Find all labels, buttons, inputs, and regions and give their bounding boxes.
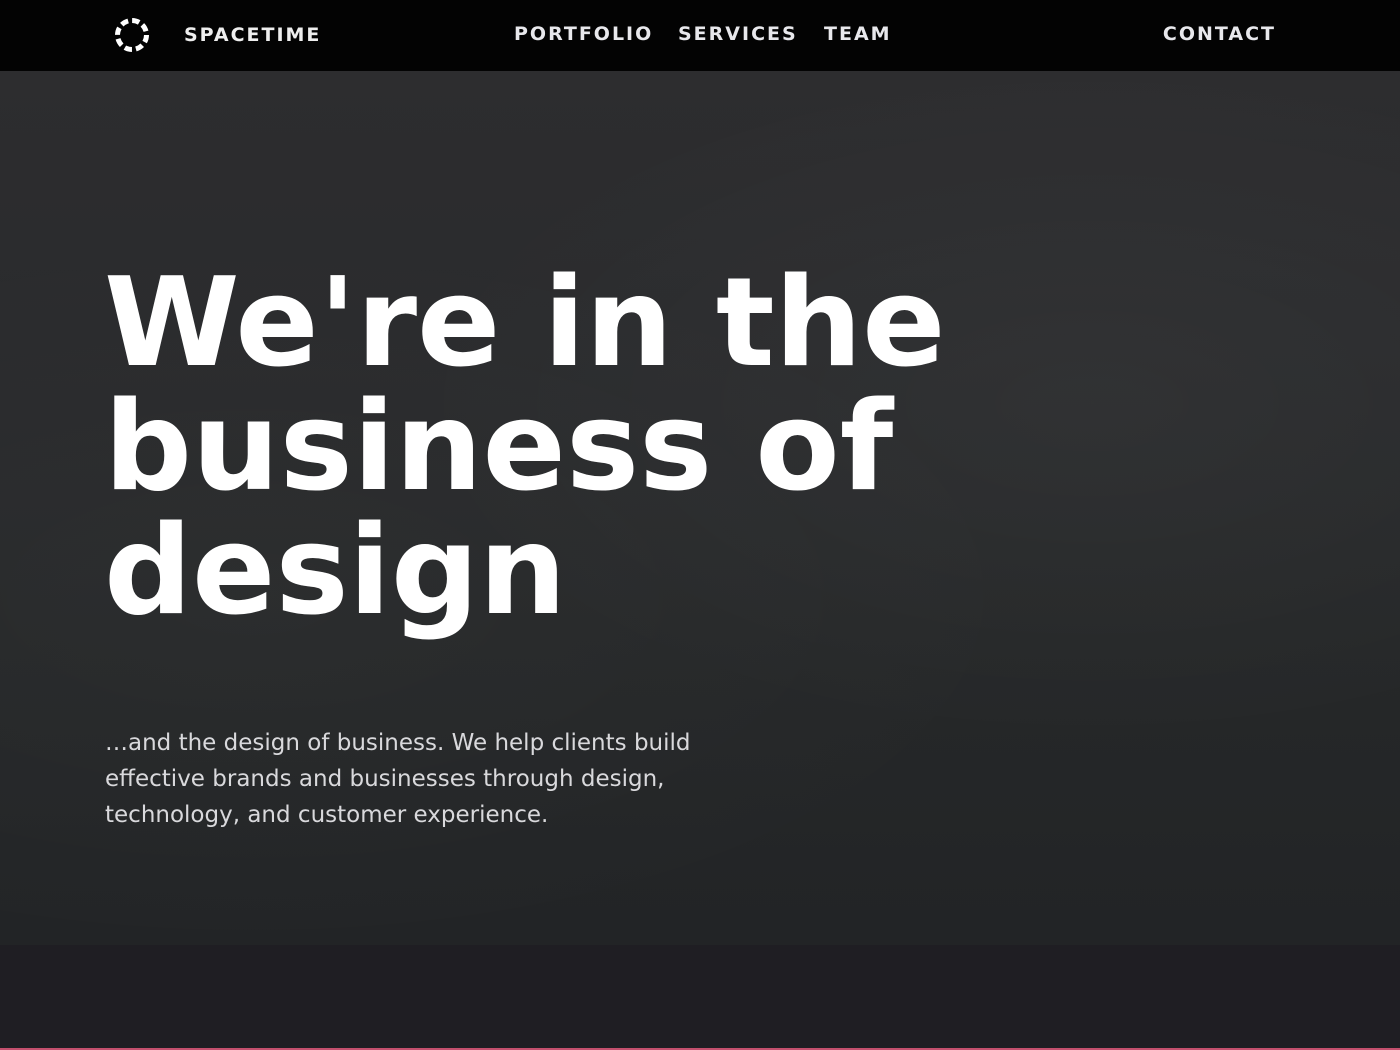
dashed-circle-logo-icon [115, 18, 149, 52]
spacetime-logo-icon[interactable] [114, 17, 150, 53]
nav-item-contact[interactable]: CONTACT [1163, 23, 1276, 45]
nav-item-portfolio[interactable]: PORTFOLIO [514, 23, 653, 45]
hero-section: We're in the business of design …and the… [0, 71, 1400, 945]
nav-item-team[interactable]: TEAM [824, 23, 892, 45]
brand-name-link[interactable]: SPACETIME [184, 24, 321, 46]
hero-heading: We're in the business of design [104, 252, 946, 643]
hero-subtext: …and the design of business. We help cli… [105, 730, 691, 828]
nav-item-services[interactable]: SERVICES [678, 23, 798, 45]
top-navigation-bar: SPACETIME PORTFOLIO SERVICES TEAM CONTAC… [0, 0, 1400, 71]
next-section-strip [0, 945, 1400, 1048]
